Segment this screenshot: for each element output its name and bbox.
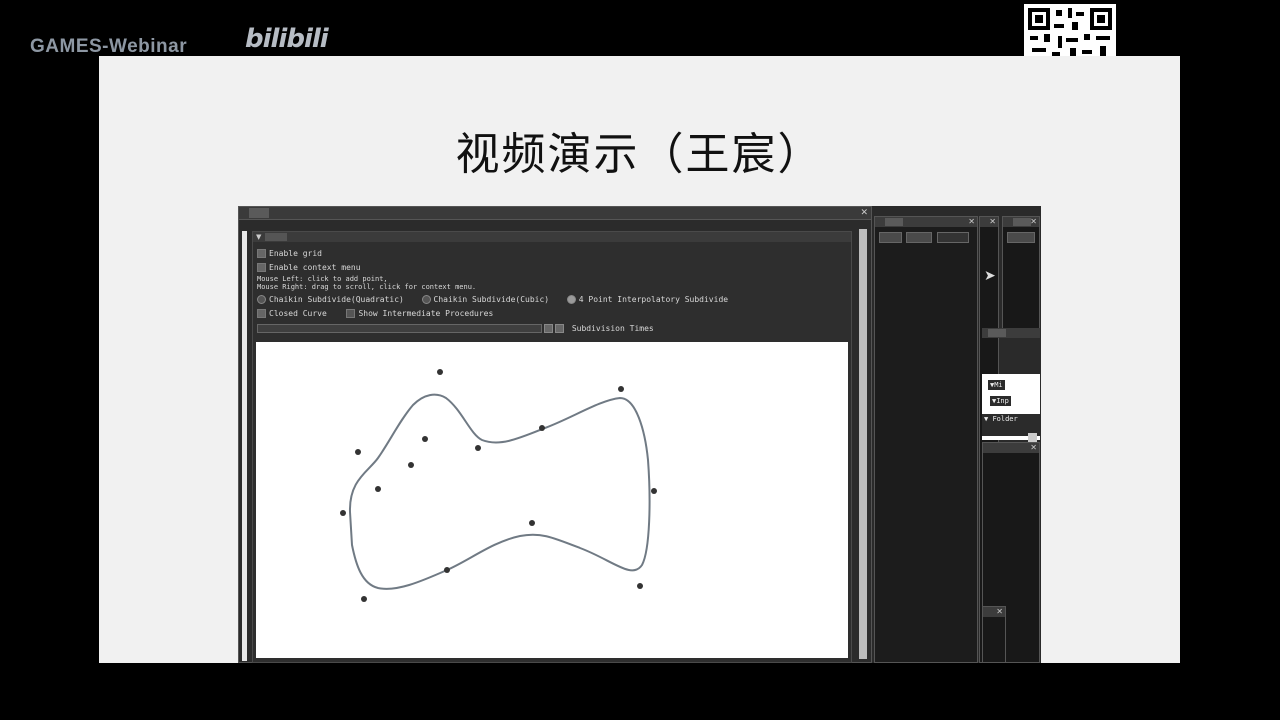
settings-panel: ▼ Enable grid Enable context menu Mouse … — [252, 231, 852, 663]
window-tab[interactable] — [249, 208, 269, 218]
panel-title-tab — [265, 233, 287, 241]
enable-grid-row[interactable]: Enable grid — [257, 248, 322, 260]
closed-curve-checkbox[interactable] — [257, 309, 266, 318]
demo-app-screenshot: ✕ ▼ Enable grid Enable context menu Mous… — [238, 206, 1041, 663]
decrement-button[interactable] — [544, 324, 553, 333]
enable-context-menu-label: Enable context menu — [269, 263, 361, 272]
side-panel: ✕ — [874, 216, 978, 663]
close-icon[interactable]: ✕ — [1030, 443, 1037, 453]
close-icon[interactable]: ✕ — [860, 207, 868, 219]
radio-chaikin-quadratic-label: Chaikin Subdivide(Quadratic) — [269, 295, 404, 304]
close-icon[interactable]: ✕ — [1030, 217, 1037, 227]
method-radio-row: Chaikin Subdivide(Quadratic) Chaikin Sub… — [257, 294, 728, 306]
close-icon[interactable]: ✕ — [968, 217, 975, 227]
tag-mi[interactable]: ▼Mi — [988, 380, 1005, 390]
radio-4-point-label: 4 Point Interpolatory Subdivide — [578, 295, 729, 304]
narrow-panel-2: ✕ — [1002, 216, 1040, 330]
tag-mi-label: Mi — [994, 381, 1003, 389]
mini-panel-header[interactable]: ✕ — [983, 607, 1005, 617]
subdivision-times-row: Subdivision Times — [257, 323, 654, 335]
subdivision-times-slider[interactable] — [257, 324, 542, 333]
mini-panel: ✕ — [982, 606, 1006, 663]
narrow-panel-2-tab[interactable] — [1013, 218, 1031, 226]
slide-title: 视频演示（王宸） — [455, 129, 824, 180]
folder-label: Folder — [992, 415, 1018, 423]
enable-grid-checkbox[interactable] — [257, 249, 266, 258]
side-button-1[interactable] — [879, 232, 902, 243]
side-panel-tab[interactable] — [885, 218, 903, 226]
folder-button[interactable] — [1028, 433, 1037, 442]
show-intermediate-label: Show Intermediate Procedures — [358, 309, 494, 318]
side-button-3[interactable] — [937, 232, 969, 243]
radio-chaikin-cubic[interactable] — [421, 295, 431, 304]
narrow-panel-1-header[interactable]: ✕ — [980, 217, 998, 227]
folder-panel-header[interactable] — [982, 328, 1040, 338]
bilibili-logo: bilibili — [245, 24, 329, 54]
cursor-icon: ➤ — [984, 268, 996, 284]
watermark-text: GAMES-Webinar — [30, 36, 188, 57]
main-window: ✕ ▼ Enable grid Enable context menu Mous… — [238, 206, 872, 663]
main-window-titlebar[interactable]: ✕ — [239, 207, 871, 220]
narrow-panel-2-header[interactable]: ✕ — [1003, 217, 1039, 227]
radio-chaikin-cubic-label: Chaikin Subdivide(Cubic) — [433, 295, 550, 304]
collapse-triangle-icon[interactable]: ▼ — [256, 232, 261, 242]
panel-header[interactable]: ▼ — [253, 232, 851, 242]
closed-curve-label: Closed Curve — [269, 309, 327, 318]
enable-context-menu-row[interactable]: Enable context menu — [257, 262, 361, 274]
enable-grid-label: Enable grid — [269, 249, 322, 258]
drawing-canvas[interactable] — [256, 342, 848, 658]
bottom-panel-header[interactable]: ✕ — [983, 443, 1039, 453]
left-edge-bar — [242, 231, 247, 661]
side-button-2[interactable] — [906, 232, 932, 243]
close-icon[interactable]: ✕ — [996, 607, 1003, 617]
subdivision-times-label: Subdivision Times — [571, 324, 654, 333]
tag-inp[interactable]: ▼Inp — [990, 396, 1011, 406]
narrow-panel-2-button[interactable] — [1007, 232, 1035, 243]
radio-4-point[interactable] — [566, 295, 576, 304]
tag-inp-label: Inp — [996, 397, 1009, 405]
enable-context-menu-checkbox[interactable] — [257, 263, 266, 272]
curve-options-row: Closed Curve Show Intermediate Procedure… — [257, 308, 493, 320]
folder-panel-tab[interactable] — [988, 329, 1006, 337]
show-intermediate-checkbox[interactable] — [346, 309, 356, 318]
folder-panel: ▼Mi ▼Inp ▼ Folder — [982, 374, 1040, 442]
side-panel-header[interactable]: ✕ — [875, 217, 977, 227]
increment-button[interactable] — [555, 324, 564, 333]
vertical-scrollbar[interactable] — [859, 229, 867, 659]
slide: 视频演示（王宸） ✕ ▼ Enable grid Enable context … — [99, 56, 1180, 663]
radio-chaikin-quadratic[interactable] — [257, 295, 266, 304]
close-icon[interactable]: ✕ — [989, 217, 996, 227]
